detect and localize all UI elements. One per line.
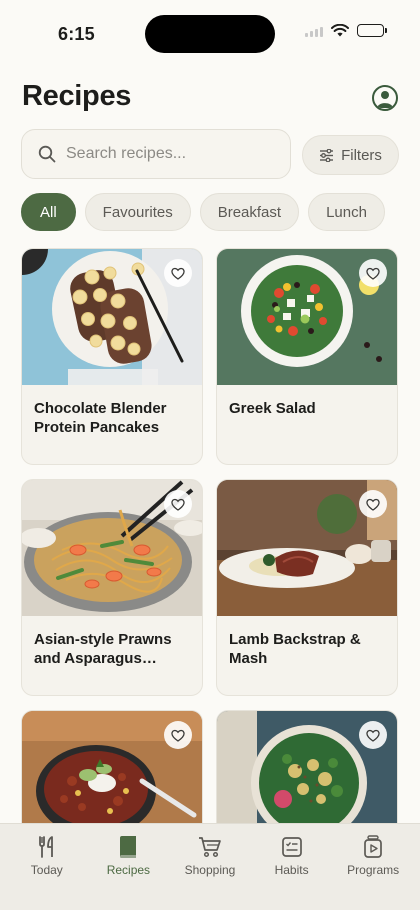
signal-icon [305,25,323,37]
wifi-icon [331,24,349,37]
favourite-button[interactable] [359,259,387,287]
tab-label: Programs [347,863,400,877]
recipe-card[interactable]: Lamb Backstrap & Mash [216,479,398,696]
profile-button[interactable] [372,85,398,111]
filters-label: Filters [341,146,382,164]
page-title: Recipes [22,80,132,112]
status-icons [305,24,387,37]
heart-icon [366,729,380,742]
cart-icon [198,834,222,860]
recipe-title: Lamb Backstrap & Mash [229,631,361,667]
recipe-image [217,480,397,616]
heart-icon [366,267,380,280]
tab-today[interactable]: Today [7,834,87,910]
sliders-icon [320,148,334,162]
status-time: 6:15 [58,24,95,44]
recipe-image [22,249,202,385]
chip-all[interactable]: All [21,193,76,231]
favourite-button[interactable] [164,721,192,749]
recipe-card[interactable]: Asian-style Prawns and Asparagus Noodles [21,479,203,696]
play-box-icon [361,834,385,860]
filters-button[interactable]: Filters [302,135,399,175]
chip-lunch[interactable]: Lunch [308,193,385,231]
tab-programs[interactable]: Programs [333,834,413,910]
status-bar: 6:15 [0,0,420,70]
favourite-button[interactable] [359,721,387,749]
chip-favourites[interactable]: Favourites [84,193,191,231]
tab-shopping[interactable]: Shopping [170,834,250,910]
tab-recipes[interactable]: Recipes [88,834,168,910]
recipe-title: Chocolate Blender Protein Pancakes [34,400,167,436]
tab-label: Today [30,863,63,877]
recipe-title: Asian-style Prawns and Asparagus Noodles [34,631,172,667]
recipe-title: Greek Salad [229,400,316,417]
book-icon [116,834,140,860]
heart-icon [366,498,380,511]
tab-label: Habits [274,863,309,877]
search-bar[interactable] [21,129,291,179]
tab-habits[interactable]: Habits [252,834,332,910]
heart-icon [171,267,185,280]
search-input[interactable] [66,145,266,163]
heart-icon [171,729,185,742]
search-icon [38,145,56,163]
recipe-card[interactable]: Greek Salad [216,248,398,465]
category-chips: All Favourites Breakfast Lunch [21,193,385,231]
favourite-button[interactable] [359,490,387,518]
dynamic-island [145,15,275,53]
recipe-card[interactable]: Chocolate Blender Protein Pancakes [21,248,203,465]
tab-label: Recipes [106,863,151,877]
heart-icon [171,498,185,511]
favourite-button[interactable] [164,259,192,287]
recipe-image [217,249,397,385]
tab-bar: Today Recipes Shopping Habits Programs [0,823,420,910]
user-icon [377,91,393,108]
chip-breakfast[interactable]: Breakfast [199,193,300,231]
recipe-image [22,480,202,616]
battery-icon [357,24,387,37]
favourite-button[interactable] [164,490,192,518]
fork-knife-icon [35,834,59,860]
checklist-icon [280,834,304,860]
tab-label: Shopping [184,863,236,877]
